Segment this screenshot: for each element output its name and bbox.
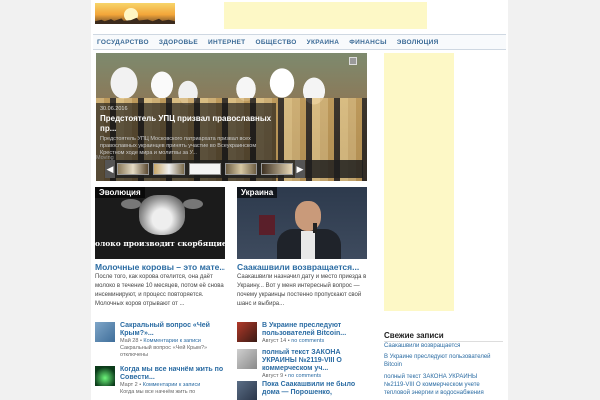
article-excerpt-saakashvili: Саакашвили назначил дату и место приезда…	[237, 274, 367, 307]
list-item-date: Август 14	[262, 338, 287, 344]
nav-item-ukraine[interactable]: УКРАИНА	[307, 39, 340, 46]
site-logo[interactable]	[95, 3, 175, 24]
chevron-left-icon[interactable]: ◀	[105, 160, 115, 178]
slide-title[interactable]: Предстоятель УПЦ призвал православных пр…	[100, 114, 272, 134]
list-item: Когда мы все начнём жить по Совести... М…	[95, 366, 230, 396]
nav-item-health[interactable]: ЗДОРОВЬЕ	[159, 39, 198, 46]
article-excerpt-cows: После того, как корова отелится, она даё…	[95, 274, 224, 307]
recent-posts-title: Свежие записи	[384, 331, 444, 340]
slider-thumb[interactable]	[189, 163, 221, 175]
nav-item-internet[interactable]: ИНТЕРНЕТ	[208, 39, 245, 46]
article-title-cows[interactable]: Молочные коровы – это мате...	[95, 262, 225, 272]
top-ad-banner[interactable]	[224, 2, 427, 29]
recent-post-link[interactable]: Саакашвили возвращается	[384, 342, 499, 350]
list-item: Сакральный вопрос «Чей Крым?»... Май 28 …	[95, 322, 230, 359]
slider-thumb[interactable]	[153, 163, 185, 175]
slider-thumb[interactable]	[225, 163, 257, 175]
nav-item-finance[interactable]: ФИНАНСЫ	[349, 39, 386, 46]
list-item-title[interactable]: В Украине преследуют пользователей Bitco…	[262, 322, 372, 338]
slide-pause-button[interactable]	[349, 57, 357, 65]
list-item: В Украине преследуют пользователей Bitco…	[237, 322, 372, 345]
passport-icon	[259, 215, 275, 235]
list-item-thumb[interactable]	[95, 322, 115, 342]
list-item-title[interactable]: Когда мы все начнём жить по Совести...	[120, 366, 230, 382]
list-item: Пока Саакашвили не было дома — Порошенко…	[237, 381, 372, 400]
list-item-title[interactable]: полный текст ЗАКОНА УКРАИНЫ №2119-VIII О…	[262, 349, 372, 373]
nav-item-society[interactable]: ОБЩЕСТВО	[255, 39, 296, 46]
nav-item-evolution[interactable]: ЭВОЛЮЦИЯ	[397, 39, 439, 46]
list-item-title[interactable]: Сакральный вопрос «Чей Крым?»...	[120, 322, 230, 338]
recent-post-link[interactable]: В Украине преследуют пользователей Bitco…	[384, 353, 499, 369]
list-item-comments[interactable]: no comments	[288, 373, 321, 379]
list-item-extra: Сакральный вопрос «Чей Крым?» отключены	[120, 345, 208, 358]
recent-post-link[interactable]: полный текст ЗАКОНА УКРАИНЫ №2119-VIII О…	[384, 373, 499, 397]
cow-image-caption: олоко производит скорбящие мате	[95, 239, 225, 248]
cow-head	[139, 195, 185, 235]
person-head	[295, 201, 321, 231]
list-item: полный текст ЗАКОНА УКРАИНЫ №2119-VIII О…	[237, 349, 372, 380]
list-item-date: Май 28	[120, 338, 139, 344]
cow-ear	[121, 199, 141, 209]
list-item-comments[interactable]: no comments	[291, 338, 324, 344]
list-item-thumb[interactable]	[237, 349, 257, 369]
person-shirt	[301, 231, 315, 259]
list-item-comments[interactable]: Комментарии к записи	[143, 382, 201, 388]
article-title-saakashvili[interactable]: Саакашвили возвращается...	[237, 262, 367, 272]
slider-thumb[interactable]	[261, 163, 293, 175]
cow-ear	[183, 199, 203, 209]
slide-date: 30.06.2016	[100, 106, 128, 112]
list-item-comments[interactable]: Комментарии к записи	[143, 338, 201, 344]
list-item-thumb[interactable]	[95, 366, 115, 386]
slider-thumb[interactable]	[117, 163, 149, 175]
category-label-ukraine[interactable]: Украина	[237, 187, 278, 198]
main-nav: ГОСУДАРСТВО ЗДОРОВЬЕ ИНТЕРНЕТ ОБЩЕСТВО У…	[93, 34, 506, 50]
list-item-title[interactable]: Пока Саакашвили не было дома — Порошенко…	[262, 381, 372, 397]
sidebar-ad-banner[interactable]	[384, 53, 454, 311]
nav-item-state[interactable]: ГОСУДАРСТВО	[97, 39, 149, 46]
list-item-date: Март 2	[120, 382, 138, 388]
list-item-thumb[interactable]	[237, 322, 257, 342]
list-item-extra: Когда мы все начнём жить по	[120, 389, 196, 395]
category-label-evolution[interactable]: Эволюция	[95, 187, 145, 198]
list-item-thumb[interactable]	[237, 381, 257, 400]
slide-excerpt: Предстоятель УПЦ Московского патриархата…	[100, 136, 257, 156]
chevron-right-icon[interactable]: ▶	[295, 160, 305, 178]
microphone-icon	[313, 223, 317, 233]
slider-thumbnails: ◀ ▶	[105, 160, 363, 178]
list-item-date: Август 9	[262, 373, 284, 379]
